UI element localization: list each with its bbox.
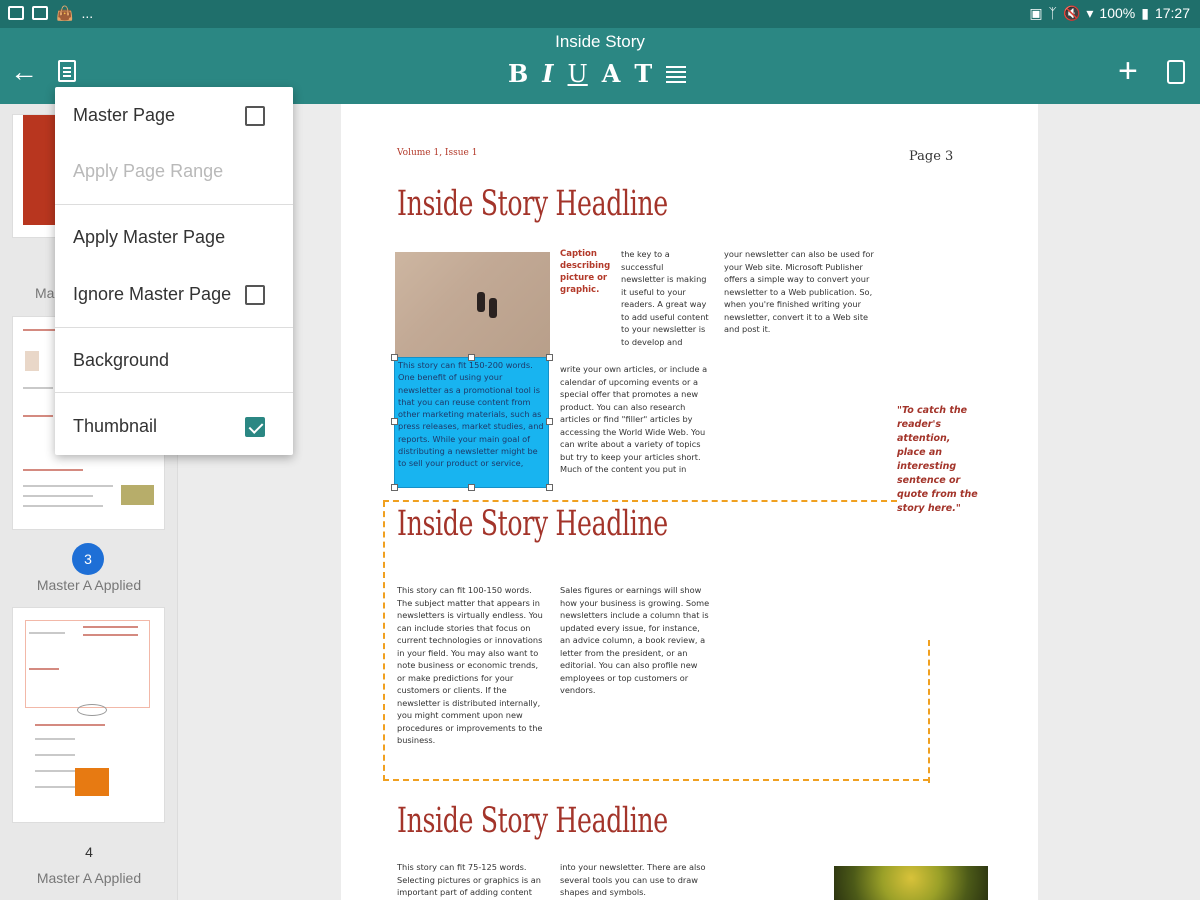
thumb-line <box>23 415 53 417</box>
page-4-number: 4 <box>85 844 93 860</box>
mail-icon <box>32 6 48 20</box>
menu-item-label: Apply Page Range <box>73 161 224 181</box>
headline-3[interactable]: Inside Story Headline <box>397 801 668 841</box>
story-2-column-2[interactable]: Sales figures or earnings will show how … <box>560 584 712 697</box>
image-icon <box>8 6 24 20</box>
thumb-line <box>35 770 75 772</box>
photo-caption[interactable]: Caption describing picture or graphic. <box>560 248 612 296</box>
menu-item-apply-master-page[interactable]: Apply Master Page <box>55 212 293 262</box>
flower-photo[interactable] <box>834 866 988 900</box>
thumb-oval <box>77 704 107 716</box>
menu-item-thumbnail[interactable]: Thumbnail <box>55 401 293 451</box>
page-number: Page 3 <box>909 149 954 164</box>
volume-issue: Volume 1, Issue 1 <box>397 148 478 158</box>
thumb-image <box>75 768 109 796</box>
italic-button[interactable]: I <box>542 61 553 87</box>
thumb-line <box>35 754 75 756</box>
battery-percent: 100% <box>1099 5 1136 21</box>
status-bar: 👜 ... ▣ ᛉ 🔇 ▾ 100% ▮ 17:27 <box>0 0 1200 28</box>
page-thumbnail-4[interactable] <box>12 607 165 823</box>
selected-text-box[interactable]: This story can fit 150-200 words. One be… <box>394 357 549 488</box>
thumb-line <box>29 632 65 634</box>
menu-item-apply-page-range: Apply Page Range <box>55 146 293 196</box>
thumb-line <box>23 469 83 471</box>
document-title: Inside Story <box>555 32 645 51</box>
thumb-line <box>83 626 138 628</box>
thumb-image <box>25 351 39 371</box>
story-2-column-1[interactable]: This story can fit 100-150 words. The su… <box>397 584 547 747</box>
thumb-line <box>23 495 93 497</box>
menu-divider <box>55 392 293 393</box>
child-figure <box>489 298 497 318</box>
document-menu-icon[interactable] <box>58 60 76 82</box>
frame-right-border <box>928 640 930 783</box>
selected-text: This story can fit 150-200 words. One be… <box>398 360 544 469</box>
more-dots-icon: ... <box>81 5 94 21</box>
thumb-line <box>23 387 53 389</box>
headline-1[interactable]: Inside Story Headline <box>397 184 668 224</box>
resize-handle[interactable] <box>468 354 475 361</box>
battery-icon: ▮ <box>1141 5 1149 21</box>
thumb-image <box>121 485 154 505</box>
story-3-column-1[interactable]: This story can fit 75-125 words. Selecti… <box>397 861 547 899</box>
menu-item-background[interactable]: Background <box>55 335 293 385</box>
underline-button[interactable]: U <box>568 61 588 87</box>
page-3-badge[interactable]: 3 <box>72 543 104 575</box>
menu-item-label: Master Page <box>73 105 176 125</box>
kids-photo[interactable] <box>395 252 550 357</box>
menu-item-label: Apply Master Page <box>73 227 226 247</box>
child-figure <box>477 292 485 312</box>
bag-icon: 👜 <box>56 5 74 21</box>
thumb-line <box>35 738 75 740</box>
clock: 17:27 <box>1154 5 1190 21</box>
bluetooth-icon: ᛉ <box>1048 5 1057 21</box>
pull-quote[interactable]: "To catch the reader's attention, place … <box>897 404 979 516</box>
column-2-top[interactable]: the key to a successful newsletter is ma… <box>621 248 709 348</box>
menu-item-ignore-master-page[interactable]: Ignore Master Page <box>55 269 293 319</box>
add-icon[interactable]: + <box>1118 54 1138 88</box>
page-4-label: Master A Applied <box>36 870 142 886</box>
bold-button[interactable]: B <box>508 61 528 87</box>
column-3-top[interactable]: your newsletter can also be used for you… <box>724 248 876 336</box>
notification-icon: ▣ <box>1029 5 1043 21</box>
menu-item-label: Thumbnail <box>73 416 158 436</box>
resize-handle[interactable] <box>391 418 398 425</box>
menu-item-master-page[interactable]: Master Page <box>55 90 293 140</box>
menu-item-label: Background <box>73 350 170 370</box>
back-arrow-icon[interactable]: ← <box>10 58 38 86</box>
thumb-line <box>23 505 103 507</box>
resize-handle[interactable] <box>391 354 398 361</box>
mute-icon: 🔇 <box>1062 5 1081 21</box>
thumb-line <box>35 724 105 726</box>
thumb-line <box>29 668 59 670</box>
align-icon[interactable] <box>666 64 687 84</box>
document-page[interactable]: Volume 1, Issue 1 Page 3 Inside Story He… <box>341 104 1038 900</box>
font-color-button[interactable]: A <box>602 61 621 87</box>
resize-handle[interactable] <box>546 354 553 361</box>
format-toolbar: B I U A T <box>508 61 687 87</box>
page-3-label: Master A Applied <box>36 577 142 593</box>
font-size-button[interactable]: T <box>634 61 652 87</box>
resize-handle[interactable] <box>468 484 475 491</box>
resize-handle[interactable] <box>546 418 553 425</box>
menu-divider <box>55 204 293 205</box>
resize-handle[interactable] <box>546 484 553 491</box>
menu-divider <box>55 327 293 328</box>
thumb-line <box>83 634 138 636</box>
page-options-menu: Master Page Apply Page Range Apply Maste… <box>55 87 293 455</box>
master-page-checkbox[interactable] <box>245 106 265 126</box>
thumb-line <box>23 485 113 487</box>
page-icon[interactable] <box>1167 60 1185 84</box>
thumb-line <box>35 786 75 788</box>
menu-item-label: Ignore Master Page <box>73 284 232 304</box>
resize-handle[interactable] <box>391 484 398 491</box>
column-2-middle[interactable]: write your own articles, or include a ca… <box>560 363 712 476</box>
ignore-master-page-checkbox[interactable] <box>245 285 265 305</box>
thumbnail-checkbox[interactable] <box>245 417 265 437</box>
headline-2[interactable]: Inside Story Headline <box>397 504 668 544</box>
wifi-icon: ▾ <box>1086 5 1094 21</box>
story-3-column-2[interactable]: into your newsletter. There are also sev… <box>560 861 712 899</box>
